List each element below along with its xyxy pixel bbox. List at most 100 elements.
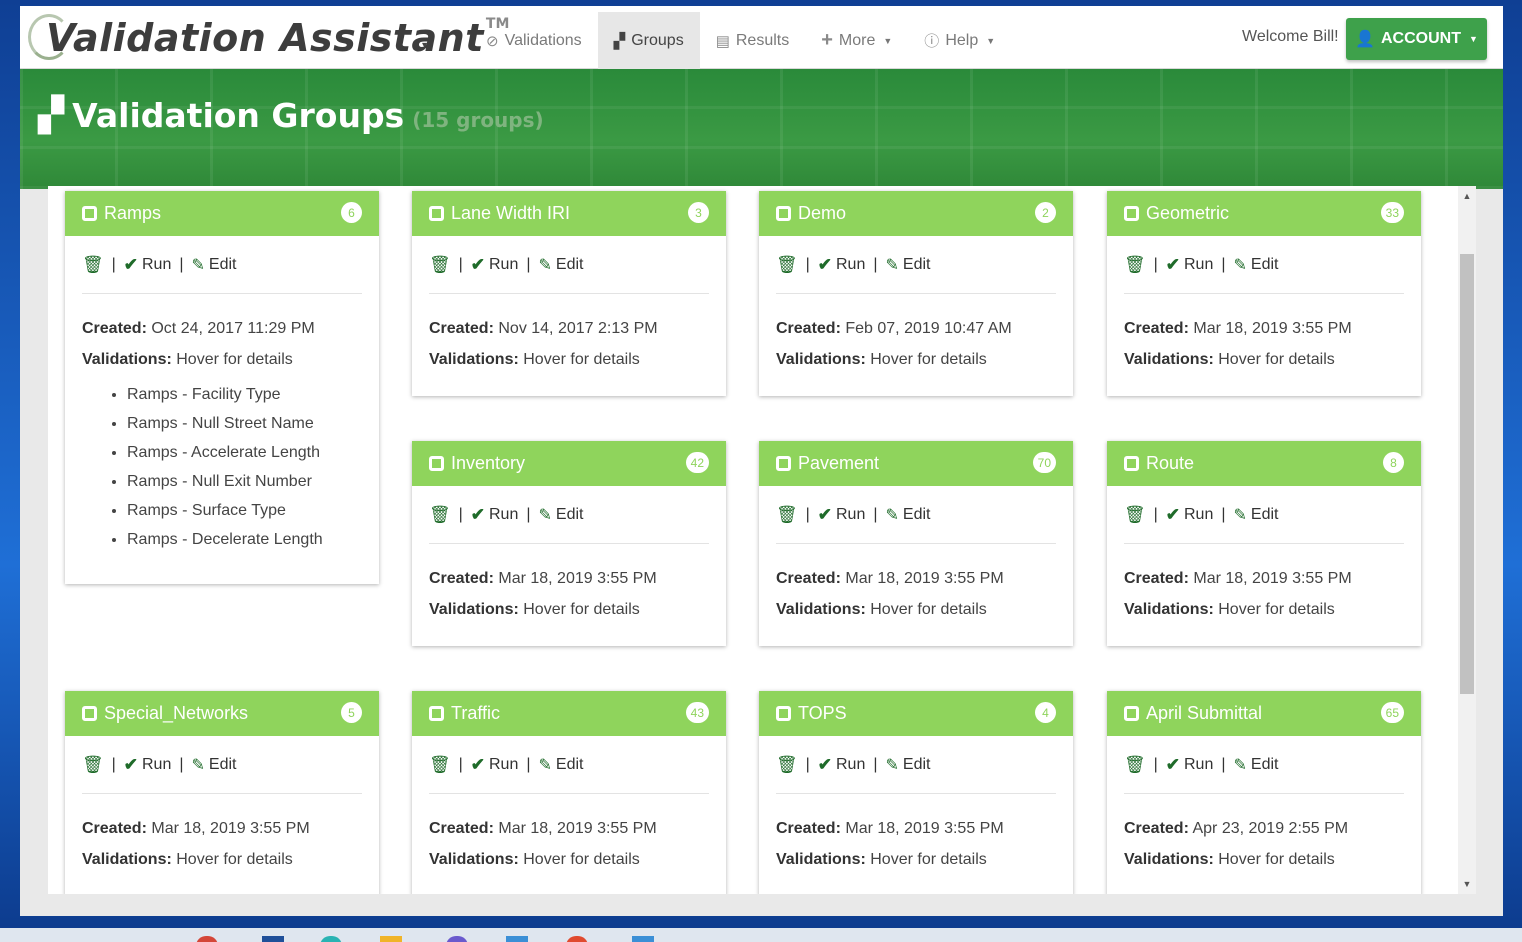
trash-icon[interactable]: 🗑 [82,255,104,275]
group-card[interactable]: Pavement 70 🗑 | ✔ Run | ✎ Edit Created: [759,441,1073,646]
group-card-header[interactable]: Route 8 [1107,441,1421,486]
validations-row[interactable]: Validations: Hover for details [776,851,1056,882]
validations-row[interactable]: Validations: Hover for details [429,351,709,382]
edit-button[interactable]: ✎ Edit [539,755,584,775]
checkbox-icon[interactable] [82,206,97,221]
run-button[interactable]: ✔ Run [471,255,519,275]
group-card-header[interactable]: Demo 2 [759,191,1073,236]
group-card[interactable]: Demo 2 🗑 | ✔ Run | ✎ Edit Created: Feb 0… [759,191,1073,396]
validations-row[interactable]: Validations: Hover for details [82,851,362,882]
validations-row[interactable]: Validations: Hover for details [1124,851,1404,882]
group-card[interactable]: Ramps 6 🗑 | ✔ Run | ✎ Edit Created: Oct … [65,191,379,584]
run-button[interactable]: ✔ Run [1166,755,1214,775]
group-card-header[interactable]: Inventory 42 [412,441,726,486]
group-card[interactable]: TOPS 4 🗑 | ✔ Run | ✎ Edit Created: Mar 1… [759,691,1073,894]
checkbox-icon[interactable] [776,706,791,721]
app-taskbar-icon[interactable] [262,936,284,942]
trash-icon[interactable]: 🗑 [429,505,451,525]
group-card[interactable]: Traffic 43 🗑 | ✔ Run | ✎ Edit Created: M… [412,691,726,894]
run-button[interactable]: ✔ Run [1166,255,1214,275]
group-card-header[interactable]: TOPS 4 [759,691,1073,736]
panel-scrollbar[interactable]: ▲ ▼ [1458,186,1476,894]
run-button[interactable]: ✔ Run [124,255,172,275]
folder-taskbar-icon[interactable] [380,936,402,942]
edit-button[interactable]: ✎ Edit [192,255,237,275]
trash-icon[interactable]: 🗑 [776,755,798,775]
checkbox-icon[interactable] [1124,706,1139,721]
app-taskbar-icon[interactable] [506,936,528,942]
brand-logo[interactable]: Validation Assistant TM [28,12,509,64]
group-card[interactable]: Special_Networks 5 🗑 | ✔ Run | ✎ Edit Cr… [65,691,379,894]
chrome-taskbar-icon[interactable] [196,936,218,942]
group-card[interactable]: Geometric 33 🗑 | ✔ Run | ✎ Edit Created: [1107,191,1421,396]
nav-help[interactable]: ⓘ Help ▼ [908,12,1011,69]
validations-row[interactable]: Validations: Hover for details [776,351,1056,382]
scroll-up-arrow-icon[interactable]: ▲ [1458,188,1476,204]
edit-button[interactable]: ✎ Edit [1234,505,1279,525]
edit-button[interactable]: ✎ Edit [1234,755,1279,775]
edit-button[interactable]: ✎ Edit [886,755,931,775]
checkbox-icon[interactable] [429,706,444,721]
trash-icon[interactable]: 🗑 [1124,255,1146,275]
nav-validations[interactable]: ⊘ Validations [470,12,598,69]
app-taskbar-icon[interactable] [566,936,588,942]
trash-icon[interactable]: 🗑 [429,755,451,775]
validations-row[interactable]: Validations: Hover for details [776,601,1056,632]
checkbox-icon[interactable] [1124,206,1139,221]
group-card-header[interactable]: Geometric 33 [1107,191,1421,236]
group-card[interactable]: Lane Width IRI 3 🗑 | ✔ Run | ✎ Edit Crea… [412,191,726,396]
app-taskbar-icon[interactable] [446,936,468,942]
brand-caret-icon[interactable]: ▾ [422,40,427,51]
edit-button[interactable]: ✎ Edit [886,505,931,525]
trash-icon[interactable]: 🗑 [776,505,798,525]
nav-results[interactable]: ▤ Results [700,12,806,69]
checkbox-icon[interactable] [1124,456,1139,471]
checkbox-icon[interactable] [82,706,97,721]
validation-detail-item: Ramps - Null Exit Number [127,473,362,502]
run-button[interactable]: ✔ Run [471,755,519,775]
group-card[interactable]: Inventory 42 🗑 | ✔ Run | ✎ Edit Created: [412,441,726,646]
trash-icon[interactable]: 🗑 [1124,505,1146,525]
trash-icon[interactable]: 🗑 [429,255,451,275]
run-button[interactable]: ✔ Run [818,755,866,775]
validations-row[interactable]: Validations: Hover for details [429,851,709,882]
checkbox-icon[interactable] [429,456,444,471]
nav-groups[interactable]: ▞ Groups [597,12,700,69]
run-button[interactable]: ✔ Run [1166,505,1214,525]
group-card[interactable]: Route 8 🗑 | ✔ Run | ✎ Edit Created: Mar … [1107,441,1421,646]
checkbox-icon[interactable] [776,206,791,221]
run-button[interactable]: ✔ Run [471,505,519,525]
groups-panel[interactable]: Ramps 6 🗑 | ✔ Run | ✎ Edit Created: Oct … [48,186,1476,894]
group-card-header[interactable]: Lane Width IRI 3 [412,191,726,236]
trash-icon[interactable]: 🗑 [1124,755,1146,775]
validations-row[interactable]: Validations: Hover for details [1124,601,1404,632]
trash-icon[interactable]: 🗑 [82,755,104,775]
group-card-header[interactable]: Special_Networks 5 [65,691,379,736]
edit-button[interactable]: ✎ Edit [539,255,584,275]
run-button[interactable]: ✔ Run [124,755,172,775]
edit-button[interactable]: ✎ Edit [192,755,237,775]
group-card[interactable]: April Submittal 65 🗑 | ✔ Run | ✎ Edit Cr… [1107,691,1421,894]
group-card-header[interactable]: Pavement 70 [759,441,1073,486]
scroll-down-arrow-icon[interactable]: ▼ [1458,876,1476,892]
edit-button[interactable]: ✎ Edit [539,505,584,525]
trash-icon[interactable]: 🗑 [776,255,798,275]
account-button[interactable]: 👤 ACCOUNT ▼ [1346,18,1487,60]
group-card-header[interactable]: Traffic 43 [412,691,726,736]
scroll-thumb[interactable] [1460,254,1474,694]
run-button[interactable]: ✔ Run [818,255,866,275]
edit-button[interactable]: ✎ Edit [1234,255,1279,275]
checkbox-icon[interactable] [429,206,444,221]
validations-row[interactable]: Validations: Hover for details [1124,351,1404,382]
group-card-body: 🗑 | ✔ Run | ✎ Edit Created: Mar 18, 2019… [759,736,1073,882]
app-taskbar-icon[interactable] [320,936,342,942]
validations-row[interactable]: Validations: Hover for details [429,601,709,632]
checkbox-icon[interactable] [776,456,791,471]
run-button[interactable]: ✔ Run [818,505,866,525]
group-card-header[interactable]: Ramps 6 [65,191,379,236]
app-taskbar-icon[interactable] [632,936,654,942]
nav-more[interactable]: + More ▼ [805,12,908,69]
validations-row[interactable]: Validations: Hover for details [82,351,362,382]
group-card-header[interactable]: April Submittal 65 [1107,691,1421,736]
edit-button[interactable]: ✎ Edit [886,255,931,275]
